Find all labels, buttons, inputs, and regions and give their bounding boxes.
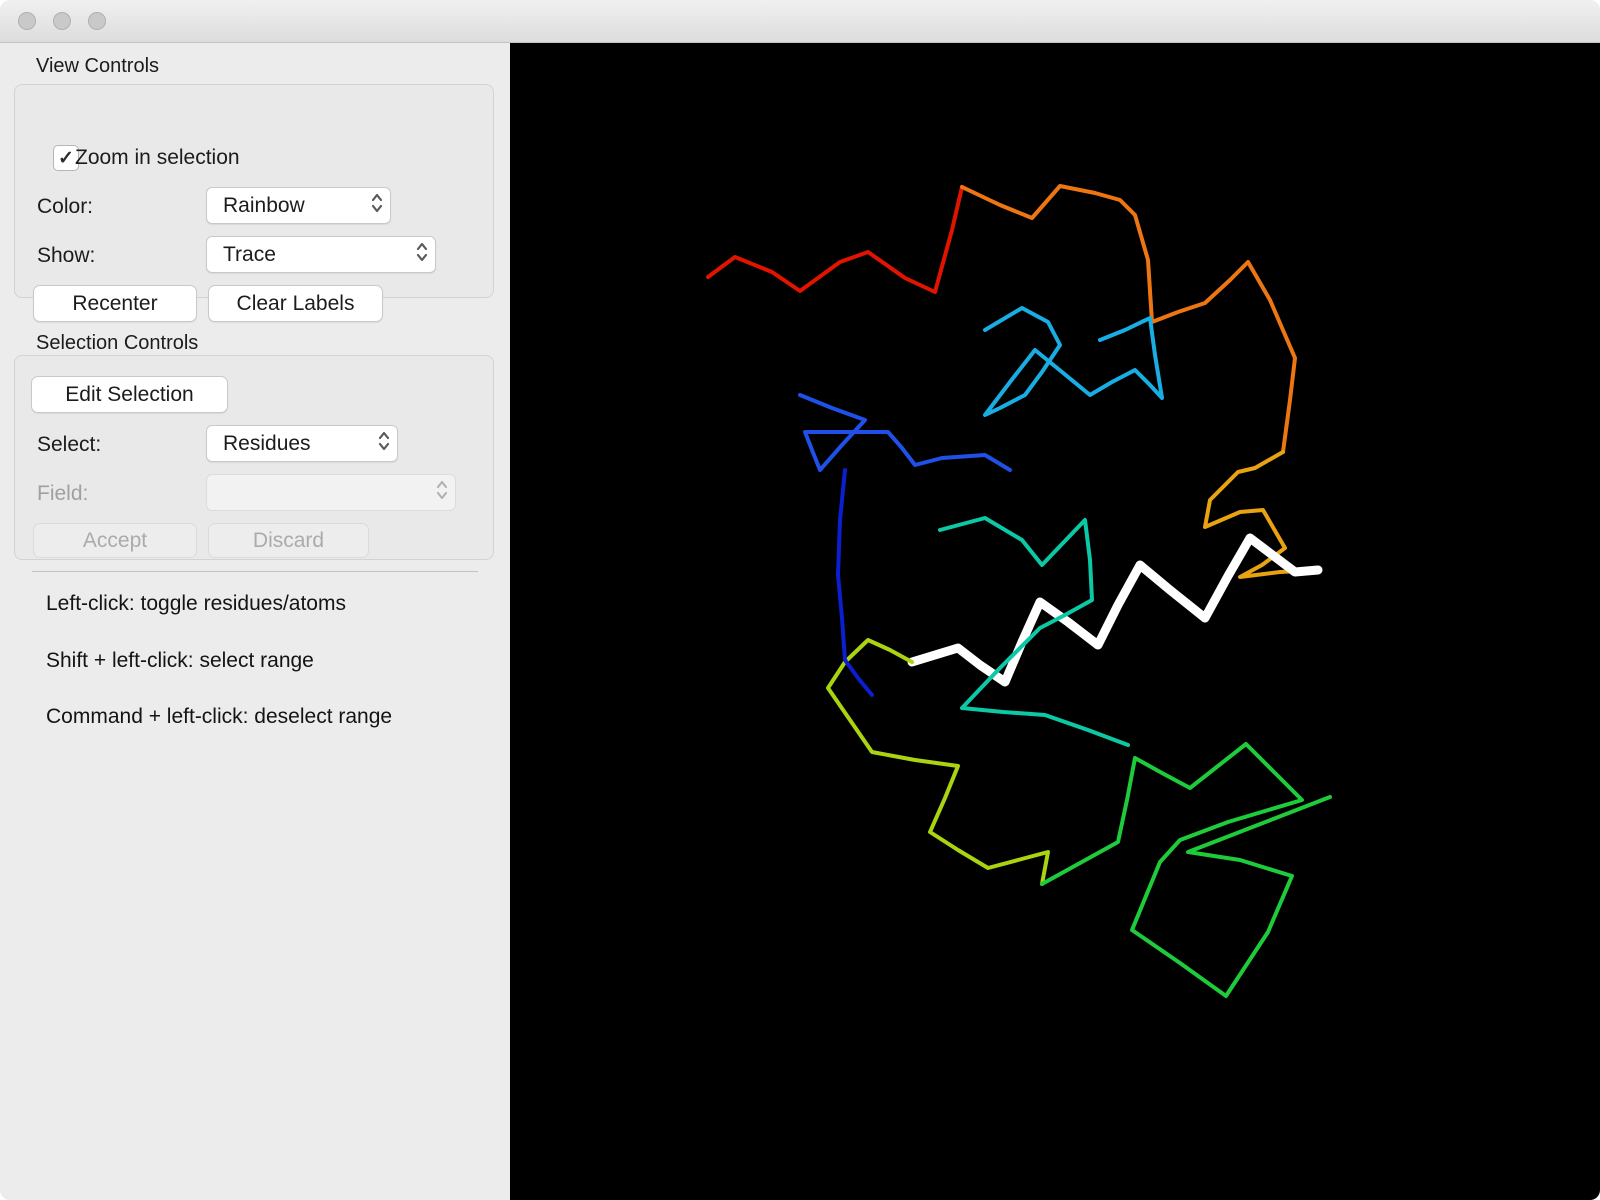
discard-button: Discard <box>208 523 369 558</box>
title-bar <box>0 0 1600 43</box>
trace-segment-cyan[interactable] <box>983 306 1164 417</box>
zoom-in-selection-label: Zoom in selection <box>75 146 240 169</box>
control-panel: View Controls ✓ Zoom in selection Color:… <box>0 42 510 1200</box>
show-dropdown-value: Trace <box>223 242 276 266</box>
trace-segment-green[interactable] <box>1040 742 1332 998</box>
trace-segment-gold[interactable] <box>1203 450 1320 579</box>
color-dropdown-value: Rainbow <box>223 193 305 217</box>
show-dropdown[interactable]: Trace <box>206 236 436 273</box>
trace-segment-yellowgreen[interactable] <box>826 638 1050 886</box>
trace-segment-red[interactable] <box>706 185 964 294</box>
popup-arrows-icon <box>434 478 450 508</box>
clear-labels-button[interactable]: Clear Labels <box>208 285 383 322</box>
selection-controls-group: Edit Selection Select: Residues Field: A… <box>14 355 494 560</box>
view-controls-heading: View Controls <box>36 55 160 77</box>
trace-segment-darkblue[interactable] <box>836 468 874 697</box>
help-divider <box>32 571 478 572</box>
popup-arrows-icon <box>369 191 385 221</box>
recenter-button[interactable]: Recenter <box>33 285 197 322</box>
trace-segment-orange[interactable] <box>960 184 1297 454</box>
selection-controls-heading: Selection Controls <box>36 332 199 354</box>
close-button[interactable] <box>18 12 36 30</box>
edit-selection-button[interactable]: Edit Selection <box>31 376 228 413</box>
color-label: Color: <box>37 195 94 218</box>
color-dropdown[interactable]: Rainbow <box>206 187 391 224</box>
molecule-trace <box>706 184 1332 998</box>
minimize-button[interactable] <box>53 12 71 30</box>
popup-arrows-icon <box>414 240 430 270</box>
checkmark-icon: ✓ <box>58 147 74 169</box>
field-label: Field: <box>37 482 89 505</box>
show-label: Show: <box>37 244 96 267</box>
field-dropdown <box>206 474 456 511</box>
help-left-click: Left-click: toggle residues/atoms <box>46 592 346 615</box>
help-shift-click: Shift + left-click: select range <box>46 649 314 672</box>
popup-arrows-icon <box>376 429 392 459</box>
trace-segment-blue[interactable] <box>798 393 1012 472</box>
select-dropdown[interactable]: Residues <box>206 425 398 462</box>
zoom-button[interactable] <box>88 12 106 30</box>
molecule-viewport[interactable] <box>510 42 1600 1200</box>
select-label: Select: <box>37 433 102 456</box>
select-dropdown-value: Residues <box>223 431 311 455</box>
view-controls-group: ✓ Zoom in selection Color: Rainbow Show:… <box>14 84 494 322</box>
help-command-click: Command + left-click: deselect range <box>46 705 393 728</box>
accept-button: Accept <box>33 523 197 558</box>
app-window: View Controls ✓ Zoom in selection Color:… <box>0 0 1600 1200</box>
trace-segment-selection-white[interactable] <box>907 533 1323 687</box>
